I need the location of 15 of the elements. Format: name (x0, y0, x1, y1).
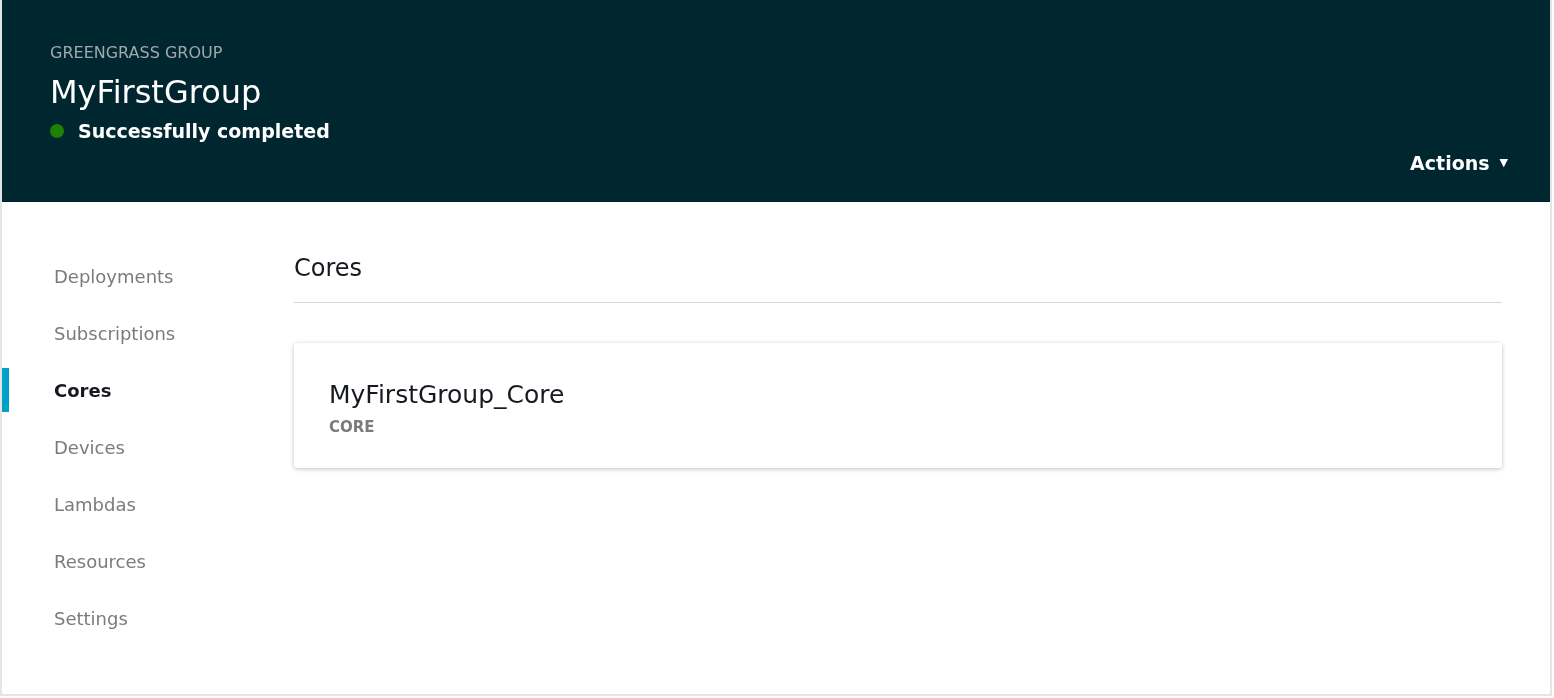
core-card[interactable]: MyFirstGroup_Core CORE (294, 343, 1502, 468)
sidebar-item[interactable]: Subscriptions (2, 311, 294, 355)
sidebar-item[interactable]: Lambdas (2, 482, 294, 526)
group-eyebrow: GREENGRASS GROUP (50, 42, 224, 64)
sidebar-item[interactable]: Resources (2, 539, 294, 583)
core-type: CORE (329, 417, 375, 438)
sidebar-item[interactable]: Settings (2, 596, 294, 640)
sidebar-item[interactable]: Deployments (2, 254, 294, 298)
status-text: Successfully completed (78, 119, 330, 144)
sidebar-item[interactable]: Devices (2, 425, 294, 469)
actions-button[interactable]: Actions ▼ (1410, 150, 1508, 176)
section-heading: Cores (294, 252, 1502, 303)
core-name: MyFirstGroup_Core (329, 379, 565, 411)
group-title: MyFirstGroup (50, 72, 263, 112)
caret-icon: ▼ (1499, 150, 1508, 176)
